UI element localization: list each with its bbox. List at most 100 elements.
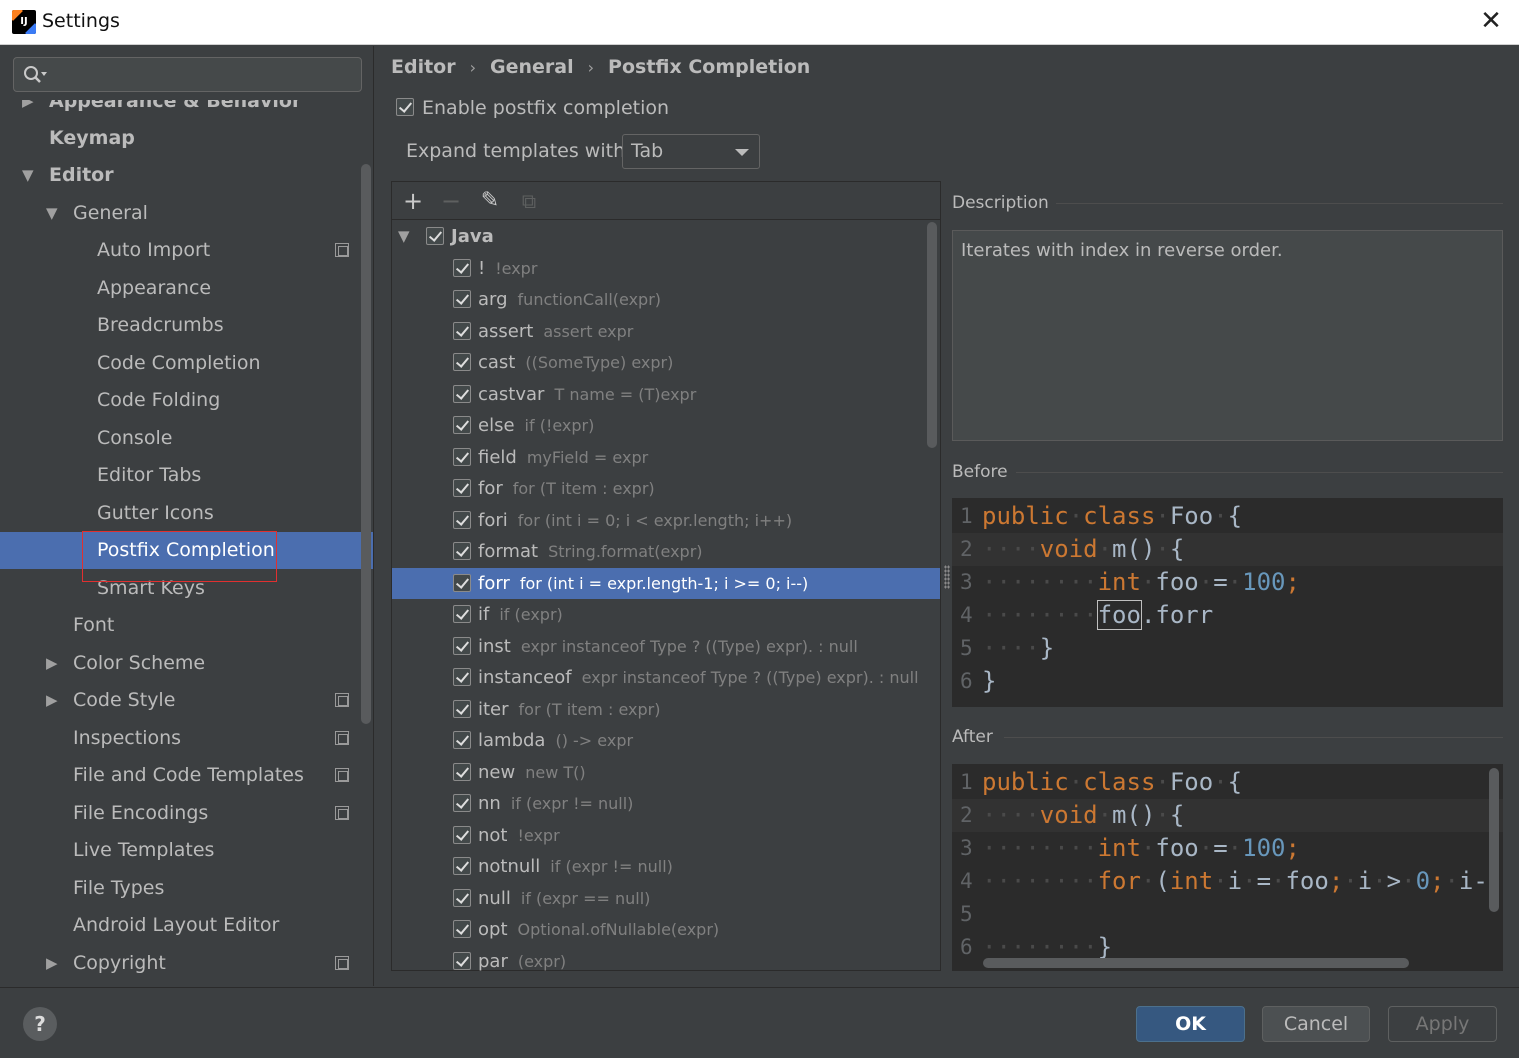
chevron-right-icon[interactable]: ▶ bbox=[46, 645, 58, 682]
sidebar-item-auto-import[interactable]: Auto Import bbox=[0, 232, 373, 269]
search-input[interactable] bbox=[13, 57, 362, 92]
chevron-down-icon[interactable]: ▼ bbox=[398, 221, 410, 252]
template-row[interactable]: else if (!expr) bbox=[392, 410, 940, 442]
sidebar-scrollbar[interactable] bbox=[361, 164, 371, 724]
template-row[interactable]: iter for (T item : expr) bbox=[392, 694, 940, 726]
group-checkbox[interactable] bbox=[426, 227, 444, 245]
template-checkbox[interactable] bbox=[453, 920, 471, 938]
after-code-vertical-scrollbar[interactable] bbox=[1489, 768, 1499, 912]
divider bbox=[1016, 472, 1503, 473]
template-row[interactable]: if if (expr) bbox=[392, 599, 940, 631]
template-checkbox[interactable] bbox=[453, 951, 471, 970]
ok-button[interactable]: OK bbox=[1136, 1006, 1245, 1042]
template-description: T name = (T)expr bbox=[554, 384, 697, 404]
sidebar-item-editor[interactable]: ▼ Editor bbox=[0, 157, 373, 194]
chevron-down-icon[interactable]: ▼ bbox=[22, 157, 34, 194]
template-row[interactable]: cast ((SomeType) expr) bbox=[392, 347, 940, 379]
cancel-button[interactable]: Cancel bbox=[1262, 1006, 1370, 1042]
template-row[interactable]: ! !expr bbox=[392, 253, 940, 285]
template-checkbox[interactable] bbox=[453, 447, 471, 466]
template-checkbox[interactable] bbox=[453, 888, 471, 907]
template-row[interactable]: par (expr) bbox=[392, 946, 940, 971]
template-row[interactable]: new new T() bbox=[392, 757, 940, 789]
sidebar-item-appearance-behavior[interactable]: ▶ Appearance & Behavior bbox=[0, 100, 373, 120]
template-row[interactable]: lambda () -> expr bbox=[392, 725, 940, 757]
expand-key-dropdown[interactable]: Tab bbox=[622, 134, 760, 169]
sidebar-item-gutter-icons[interactable]: Gutter Icons bbox=[0, 495, 373, 532]
template-row[interactable]: instanceof expr instanceof Type ? ((Type)… bbox=[392, 662, 940, 694]
apply-button[interactable]: Apply bbox=[1388, 1006, 1497, 1042]
template-checkbox[interactable] bbox=[453, 699, 471, 718]
template-checkbox[interactable] bbox=[453, 636, 471, 655]
template-checkbox[interactable] bbox=[453, 479, 471, 497]
sidebar-item-code-completion[interactable]: Code Completion bbox=[0, 345, 373, 382]
template-row[interactable]: opt Optional.ofNullable(expr) bbox=[392, 914, 940, 946]
sidebar-item-editor-tabs[interactable]: Editor Tabs bbox=[0, 457, 373, 494]
template-checkbox[interactable] bbox=[453, 353, 471, 371]
template-description: if (expr) bbox=[499, 605, 563, 624]
template-row[interactable]: field myField = expr bbox=[392, 442, 940, 474]
help-button[interactable]: ? bbox=[23, 1007, 57, 1041]
copy-template-button[interactable]: ⧉ bbox=[516, 188, 542, 214]
template-checkbox[interactable] bbox=[453, 416, 471, 434]
template-key-text: else bbox=[478, 415, 515, 436]
chevron-right-icon[interactable]: ▶ bbox=[46, 945, 58, 982]
template-checkbox[interactable] bbox=[453, 542, 471, 560]
template-checkbox[interactable] bbox=[453, 857, 471, 875]
templates-scrollbar[interactable] bbox=[927, 222, 937, 448]
template-row[interactable]: inst expr instanceof Type ? ((Type) expr)… bbox=[392, 631, 940, 663]
sidebar-item-breadcrumbs[interactable]: Breadcrumbs bbox=[0, 307, 373, 344]
template-checkbox[interactable] bbox=[453, 258, 471, 277]
template-checkbox[interactable] bbox=[453, 321, 471, 340]
splitter-handle[interactable] bbox=[944, 565, 950, 589]
template-checkbox[interactable] bbox=[453, 290, 471, 308]
sidebar-item-label: Keymap bbox=[49, 127, 135, 149]
sidebar-item-file-types[interactable]: File Types bbox=[0, 870, 373, 907]
sidebar-item-live-templates[interactable]: Live Templates bbox=[0, 832, 373, 869]
template-row[interactable]: assert assert expr bbox=[392, 316, 940, 348]
chevron-right-icon[interactable]: ▶ bbox=[46, 682, 58, 719]
checkbox[interactable] bbox=[396, 98, 414, 116]
after-code-horizontal-scrollbar[interactable] bbox=[983, 958, 1409, 968]
template-row[interactable]: not !expr bbox=[392, 820, 940, 852]
chevron-down-icon[interactable]: ▼ bbox=[46, 195, 58, 232]
remove-template-button[interactable]: − bbox=[438, 188, 464, 214]
template-checkbox[interactable] bbox=[453, 605, 471, 623]
template-checkbox[interactable] bbox=[453, 825, 471, 844]
template-checkbox[interactable] bbox=[453, 510, 471, 529]
sidebar-item-font[interactable]: Font bbox=[0, 607, 373, 644]
template-row[interactable]: notnull if (expr != null) bbox=[392, 851, 940, 883]
sidebar-item-keymap[interactable]: Keymap bbox=[0, 120, 373, 157]
template-row[interactable]: arg functionCall(expr) bbox=[392, 284, 940, 316]
sidebar-item-inspections[interactable]: Inspections bbox=[0, 720, 373, 757]
sidebar-item-copyright[interactable]: ▶ Copyright bbox=[0, 945, 373, 982]
template-checkbox[interactable] bbox=[453, 794, 471, 812]
template-checkbox[interactable] bbox=[453, 384, 471, 403]
sidebar-item-file-and-code-templates[interactable]: File and Code Templates bbox=[0, 757, 373, 794]
close-button[interactable]: ✕ bbox=[1477, 8, 1505, 36]
template-group-java[interactable]: ▼ Java bbox=[392, 221, 940, 253]
template-row[interactable]: forr for (int i = expr.length-1; i >= 0; … bbox=[392, 567, 940, 599]
template-row[interactable]: null if (expr == null) bbox=[392, 883, 940, 915]
sidebar-item-android-layout-editor[interactable]: Android Layout Editor bbox=[0, 907, 373, 944]
template-row[interactable]: nn if (expr != null) bbox=[392, 788, 940, 820]
template-checkbox[interactable] bbox=[453, 762, 471, 781]
template-row[interactable]: castvar T name = (T)expr bbox=[392, 379, 940, 411]
sidebar-item-code-folding[interactable]: Code Folding bbox=[0, 382, 373, 419]
template-row[interactable]: for for (T item : expr) bbox=[392, 473, 940, 505]
template-checkbox[interactable] bbox=[453, 731, 471, 749]
template-checkbox[interactable] bbox=[453, 668, 471, 686]
sidebar-item-console[interactable]: Console bbox=[0, 420, 373, 457]
sidebar-item-general[interactable]: ▼ General bbox=[0, 195, 373, 232]
sidebar-item-color-scheme[interactable]: ▶ Color Scheme bbox=[0, 645, 373, 682]
sidebar-item-code-style[interactable]: ▶ Code Style bbox=[0, 682, 373, 719]
edit-template-button[interactable]: ✎ bbox=[477, 188, 503, 214]
sidebar-item-file-encodings[interactable]: File Encodings bbox=[0, 795, 373, 832]
chevron-right-icon[interactable]: ▶ bbox=[22, 100, 34, 120]
enable-postfix-checkbox[interactable]: Enable postfix completion bbox=[396, 97, 669, 119]
sidebar-item-appearance[interactable]: Appearance bbox=[0, 270, 373, 307]
template-checkbox[interactable] bbox=[453, 573, 471, 592]
template-row[interactable]: format String.format(expr) bbox=[392, 536, 940, 568]
template-row[interactable]: fori for (int i = 0; i < expr.length; i++… bbox=[392, 505, 940, 537]
add-template-button[interactable]: + bbox=[400, 188, 426, 214]
